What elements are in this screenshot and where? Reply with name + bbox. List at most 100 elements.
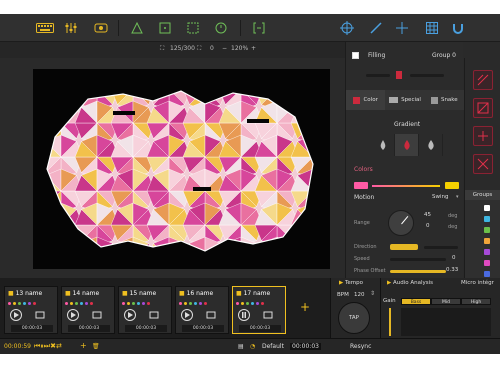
select-icon[interactable]: [158, 21, 172, 35]
play-icon[interactable]: [67, 309, 79, 321]
timer-icon[interactable]: [214, 21, 228, 35]
loop-icon[interactable]: [149, 311, 159, 321]
file-icon[interactable]: ▤: [238, 343, 244, 350]
group-item[interactable]: [468, 204, 498, 212]
keyboard-icon[interactable]: [36, 21, 54, 35]
clip-14[interactable]: ■ 14 name 00:00:03: [61, 286, 115, 334]
band-bass[interactable]: Bass: [401, 298, 431, 305]
clip-13[interactable]: ■ 13 name 00:00:03: [4, 286, 58, 334]
mapping-tool-3[interactable]: [473, 126, 493, 146]
tab-special[interactable]: Special: [385, 90, 424, 110]
mesh-triangle: [312, 122, 313, 139]
mesh-triangle: [290, 91, 313, 105]
dial-needle: [401, 216, 409, 225]
color-gradient-bar[interactable]: [354, 182, 459, 189]
color-start-swatch[interactable]: [354, 182, 368, 189]
filling-checkbox[interactable]: [352, 52, 359, 59]
direction-slider[interactable]: [424, 246, 458, 249]
clock-icon[interactable]: ◔: [250, 343, 255, 350]
preset-select[interactable]: Default: [262, 343, 284, 350]
direction-toggle[interactable]: [390, 244, 418, 250]
pause-icon[interactable]: [238, 309, 250, 321]
duration-value[interactable]: 00:00:03: [290, 343, 321, 350]
group-item[interactable]: [468, 259, 498, 267]
loop-icon[interactable]: [263, 311, 273, 321]
loop-icon[interactable]: [35, 311, 45, 321]
add-scene-icon[interactable]: +: [80, 341, 87, 350]
band-high[interactable]: High: [461, 298, 491, 305]
filling-slider-a[interactable]: [366, 74, 390, 77]
mesh-triangle: [219, 259, 241, 269]
color-gradient-line: [372, 185, 440, 187]
motion-mode-select[interactable]: Swing: [432, 194, 449, 200]
mesh-triangle: [81, 69, 97, 89]
gain-label: Gain: [383, 298, 396, 304]
magnet-icon[interactable]: [451, 21, 465, 35]
trash-icon[interactable]: 🗑: [92, 343, 100, 350]
transport-controls-icon[interactable]: ⏮⏸⏭✖⇄: [34, 342, 62, 351]
bpm-stepper-icon[interactable]: ⇕: [370, 290, 375, 297]
bracket-icon[interactable]: [252, 21, 266, 35]
zoom-out-icon[interactable]: −: [222, 45, 227, 52]
target-icon[interactable]: [340, 21, 354, 35]
zoom-in-icon[interactable]: +: [251, 45, 256, 52]
add-clip-icon[interactable]: +: [300, 300, 310, 314]
filling-indicator: [396, 71, 402, 79]
mapping-tool-2[interactable]: [473, 98, 493, 118]
play-icon[interactable]: [181, 309, 193, 321]
loop-icon[interactable]: [206, 311, 216, 321]
mesh-triangle: [169, 69, 185, 89]
group-item[interactable]: [468, 270, 498, 278]
play-icon[interactable]: [124, 309, 136, 321]
triangle-mesh-artwork: [46, 69, 330, 269]
flame-icon[interactable]: [395, 134, 419, 156]
mixer-icon[interactable]: [64, 21, 78, 35]
phase-value[interactable]: 0.33: [446, 267, 458, 273]
mapping-tool-4[interactable]: [473, 154, 493, 174]
clip-title: ■ 13 name: [8, 290, 43, 297]
clip-17[interactable]: ■ 17 name 00:00:03: [232, 286, 286, 334]
group-item[interactable]: [468, 248, 498, 256]
color-tab-icon: [353, 96, 361, 104]
range-value-2[interactable]: 0: [426, 223, 430, 229]
speed-value[interactable]: 0: [452, 255, 456, 261]
fit-icon[interactable]: ⛶: [197, 45, 201, 53]
triangle-icon[interactable]: [130, 21, 144, 35]
group-item[interactable]: [468, 237, 498, 245]
led-canvas[interactable]: [33, 69, 330, 269]
mesh-triangle: [312, 141, 313, 158]
mapping-tool-1[interactable]: [473, 70, 493, 90]
range-value-1[interactable]: 45: [424, 212, 431, 218]
clip-16[interactable]: ■ 16 name 00:00:03: [175, 286, 229, 334]
gain-slider[interactable]: [389, 308, 391, 336]
midi-icon[interactable]: [94, 21, 108, 35]
tap-button[interactable]: TAP: [338, 302, 370, 334]
range-dial[interactable]: [388, 210, 414, 236]
resync-button[interactable]: Resync: [350, 343, 371, 350]
clip-15[interactable]: ■ 15 name 00:00:03: [118, 286, 172, 334]
group-item[interactable]: [468, 226, 498, 234]
tab-snake[interactable]: Snake: [425, 90, 464, 110]
loop-icon[interactable]: [92, 311, 102, 321]
spark-icon[interactable]: [419, 134, 443, 156]
clip-time: 00:00:03: [239, 325, 281, 332]
play-icon[interactable]: [10, 309, 22, 321]
speed-slider[interactable]: [390, 258, 446, 261]
color-end-swatch[interactable]: [445, 182, 459, 189]
mesh-triangle: [111, 73, 133, 89]
audio-source-select[interactable]: Micro intégr: [461, 280, 494, 286]
mesh-triangle: [276, 236, 293, 251]
mesh-triangle: [97, 259, 119, 269]
drop-icon[interactable]: [371, 134, 395, 156]
group-icon[interactable]: [186, 21, 200, 35]
tab-color[interactable]: Color: [346, 90, 386, 110]
mesh-triangle: [47, 190, 62, 207]
filling-slider-b[interactable]: [410, 74, 444, 77]
band-mid[interactable]: Mid: [431, 298, 461, 305]
grid-icon[interactable]: [425, 21, 439, 35]
brush-icon[interactable]: [369, 21, 383, 35]
mesh-triangle: [313, 259, 330, 269]
crosshair-icon[interactable]: [395, 21, 409, 35]
bpm-value[interactable]: 120: [354, 292, 365, 298]
group-item[interactable]: [468, 215, 498, 223]
